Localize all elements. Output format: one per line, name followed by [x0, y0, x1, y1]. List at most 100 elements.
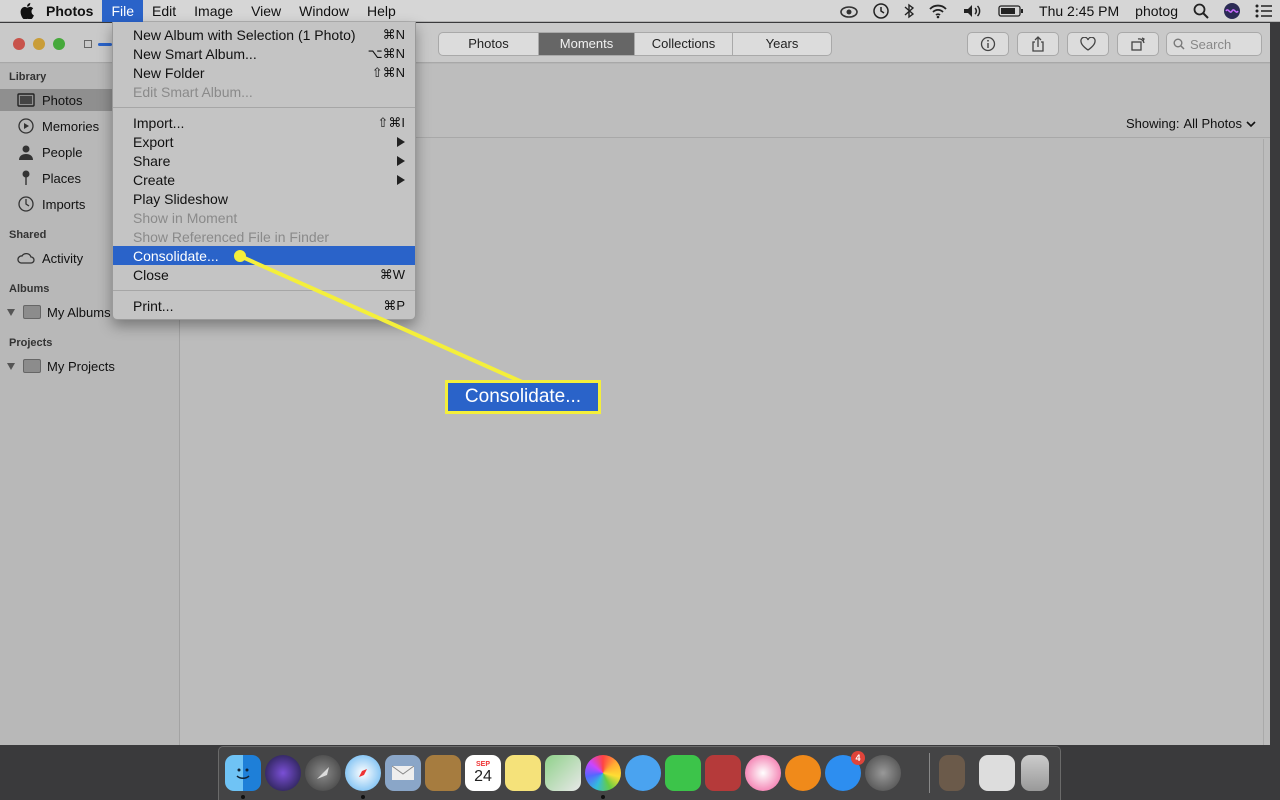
dock-separator: [929, 753, 930, 793]
menu-help[interactable]: Help: [358, 0, 405, 22]
running-indicator: [361, 795, 365, 799]
rotate-icon: [1131, 37, 1145, 51]
system-preferences-icon[interactable]: [865, 755, 901, 791]
info-button[interactable]: [967, 32, 1009, 56]
menubar-clock[interactable]: Thu 2:45 PM: [1031, 0, 1127, 22]
menu-item-edit-smart-album: Edit Smart Album...: [113, 82, 415, 101]
sidebar-item-label: Imports: [42, 196, 86, 212]
contacts-icon[interactable]: [425, 755, 461, 791]
chevron-down-icon: [1246, 120, 1256, 127]
menu-image[interactable]: Image: [185, 0, 242, 22]
messages-icon[interactable]: [625, 755, 661, 791]
favorite-button[interactable]: [1067, 32, 1109, 56]
menu-item-shortcut: ⌘P: [383, 297, 405, 313]
tab-moments[interactable]: Moments: [539, 33, 635, 55]
menu-item-shortcut: ⇧⌘N: [371, 64, 405, 80]
status-area: Thu 2:45 PM photog: [833, 0, 1280, 22]
ibooks-icon[interactable]: [785, 755, 821, 791]
trash-icon[interactable]: [1021, 755, 1049, 791]
sidebar-item-label: Photos: [42, 92, 83, 108]
disclosure-triangle-icon[interactable]: [7, 362, 15, 370]
zoom-window-button[interactable]: [53, 38, 65, 50]
downloads-stack-icon[interactable]: [979, 755, 1015, 791]
share-button[interactable]: [1017, 32, 1059, 56]
view-segmented-control: Photos Moments Collections Years: [438, 32, 832, 56]
app-store-icon[interactable]: 4: [825, 751, 865, 791]
menu-item-consolidate[interactable]: Consolidate...: [113, 246, 415, 265]
menu-item-play-slideshow[interactable]: Play Slideshow: [113, 189, 415, 208]
facetime-icon[interactable]: [665, 755, 701, 791]
menu-file[interactable]: File: [102, 0, 144, 22]
creative-cloud-icon[interactable]: [833, 0, 865, 22]
showing-filter[interactable]: Showing: All Photos: [1126, 116, 1256, 131]
launchpad-icon[interactable]: [305, 755, 341, 791]
menu-item-new-smart-album[interactable]: New Smart Album... ⌥⌘N: [113, 44, 415, 63]
menu-bar: Photos File Edit Image View Window Help …: [0, 0, 1280, 22]
volume-icon[interactable]: [955, 0, 991, 22]
time-machine-icon[interactable]: [865, 0, 897, 22]
tab-years[interactable]: Years: [733, 33, 831, 55]
sidebar-item-label: My Projects: [47, 358, 115, 374]
menu-item-close[interactable]: Close ⌘W: [113, 265, 415, 284]
rotate-button[interactable]: [1117, 32, 1159, 56]
menu-item-create[interactable]: Create: [113, 170, 415, 189]
sidebar-section-shared: Shared: [9, 229, 47, 241]
wifi-icon[interactable]: [921, 0, 955, 22]
sidebar-section-library: Library: [9, 71, 47, 83]
bluetooth-icon[interactable]: [897, 0, 921, 22]
apple-menu-icon[interactable]: [16, 0, 38, 22]
dock: SEP 24 4: [218, 746, 1061, 800]
map-pin-icon: [16, 168, 36, 188]
menu-view[interactable]: View: [242, 0, 290, 22]
siri-dock-icon[interactable]: [265, 755, 301, 791]
cloud-icon: [16, 248, 36, 268]
close-window-button[interactable]: [13, 38, 25, 50]
menu-item-shortcut: ⌘W: [379, 266, 405, 282]
menu-item-shortcut: ⇧⌘I: [377, 114, 405, 130]
photos-app-icon[interactable]: [585, 755, 621, 791]
tab-collections[interactable]: Collections: [635, 33, 733, 55]
menu-item-export[interactable]: Export: [113, 132, 415, 151]
mail-icon[interactable]: [385, 755, 421, 791]
app-store-badge: 4: [851, 751, 865, 765]
submenu-arrow-icon: [397, 155, 405, 166]
menu-item-label: Import...: [133, 114, 185, 131]
menu-item-label: Show in Moment: [133, 209, 238, 226]
sidebar-toggle-icon[interactable]: [84, 40, 92, 48]
calendar-month: SEP: [475, 760, 490, 768]
calendar-icon[interactable]: SEP 24: [465, 755, 501, 791]
minimize-window-button[interactable]: [33, 38, 45, 50]
share-icon: [1032, 36, 1044, 52]
itunes-icon[interactable]: [745, 755, 781, 791]
notes-icon[interactable]: [505, 755, 541, 791]
menu-item-print[interactable]: Print... ⌘P: [113, 296, 415, 315]
stack-folder-icon[interactable]: [939, 755, 965, 791]
zoom-slider[interactable]: [98, 43, 112, 46]
menu-item-label: New Album with Selection (1 Photo): [133, 26, 356, 43]
tab-photos[interactable]: Photos: [439, 33, 539, 55]
menu-app-photos[interactable]: Photos: [38, 0, 102, 22]
scrollbar[interactable]: [1263, 139, 1264, 745]
siri-icon[interactable]: [1216, 0, 1248, 22]
menu-edit[interactable]: Edit: [143, 0, 185, 22]
photo-booth-icon[interactable]: [705, 755, 741, 791]
menu-item-label: Play Slideshow: [133, 190, 228, 207]
menu-window[interactable]: Window: [290, 0, 358, 22]
folder-icon: [23, 305, 41, 319]
battery-icon[interactable]: [991, 0, 1031, 22]
safari-icon[interactable]: [345, 755, 381, 791]
notification-center-icon[interactable]: [1248, 0, 1280, 22]
menu-item-new-album-with-selection[interactable]: New Album with Selection (1 Photo) ⌘N: [113, 25, 415, 44]
maps-icon[interactable]: [545, 755, 581, 791]
menu-item-share[interactable]: Share: [113, 151, 415, 170]
sidebar-item-my-projects[interactable]: My Projects: [0, 355, 179, 377]
disclosure-triangle-icon[interactable]: [7, 308, 15, 316]
menu-item-import[interactable]: Import... ⇧⌘I: [113, 113, 415, 132]
menubar-user[interactable]: photog: [1127, 0, 1186, 22]
search-field[interactable]: Search: [1166, 32, 1262, 56]
search-placeholder: Search: [1190, 36, 1232, 52]
finder-icon[interactable]: [225, 755, 261, 791]
menu-item-label: Close: [133, 266, 169, 283]
menu-item-new-folder[interactable]: New Folder ⇧⌘N: [113, 63, 415, 82]
spotlight-search-icon[interactable]: [1186, 0, 1216, 22]
